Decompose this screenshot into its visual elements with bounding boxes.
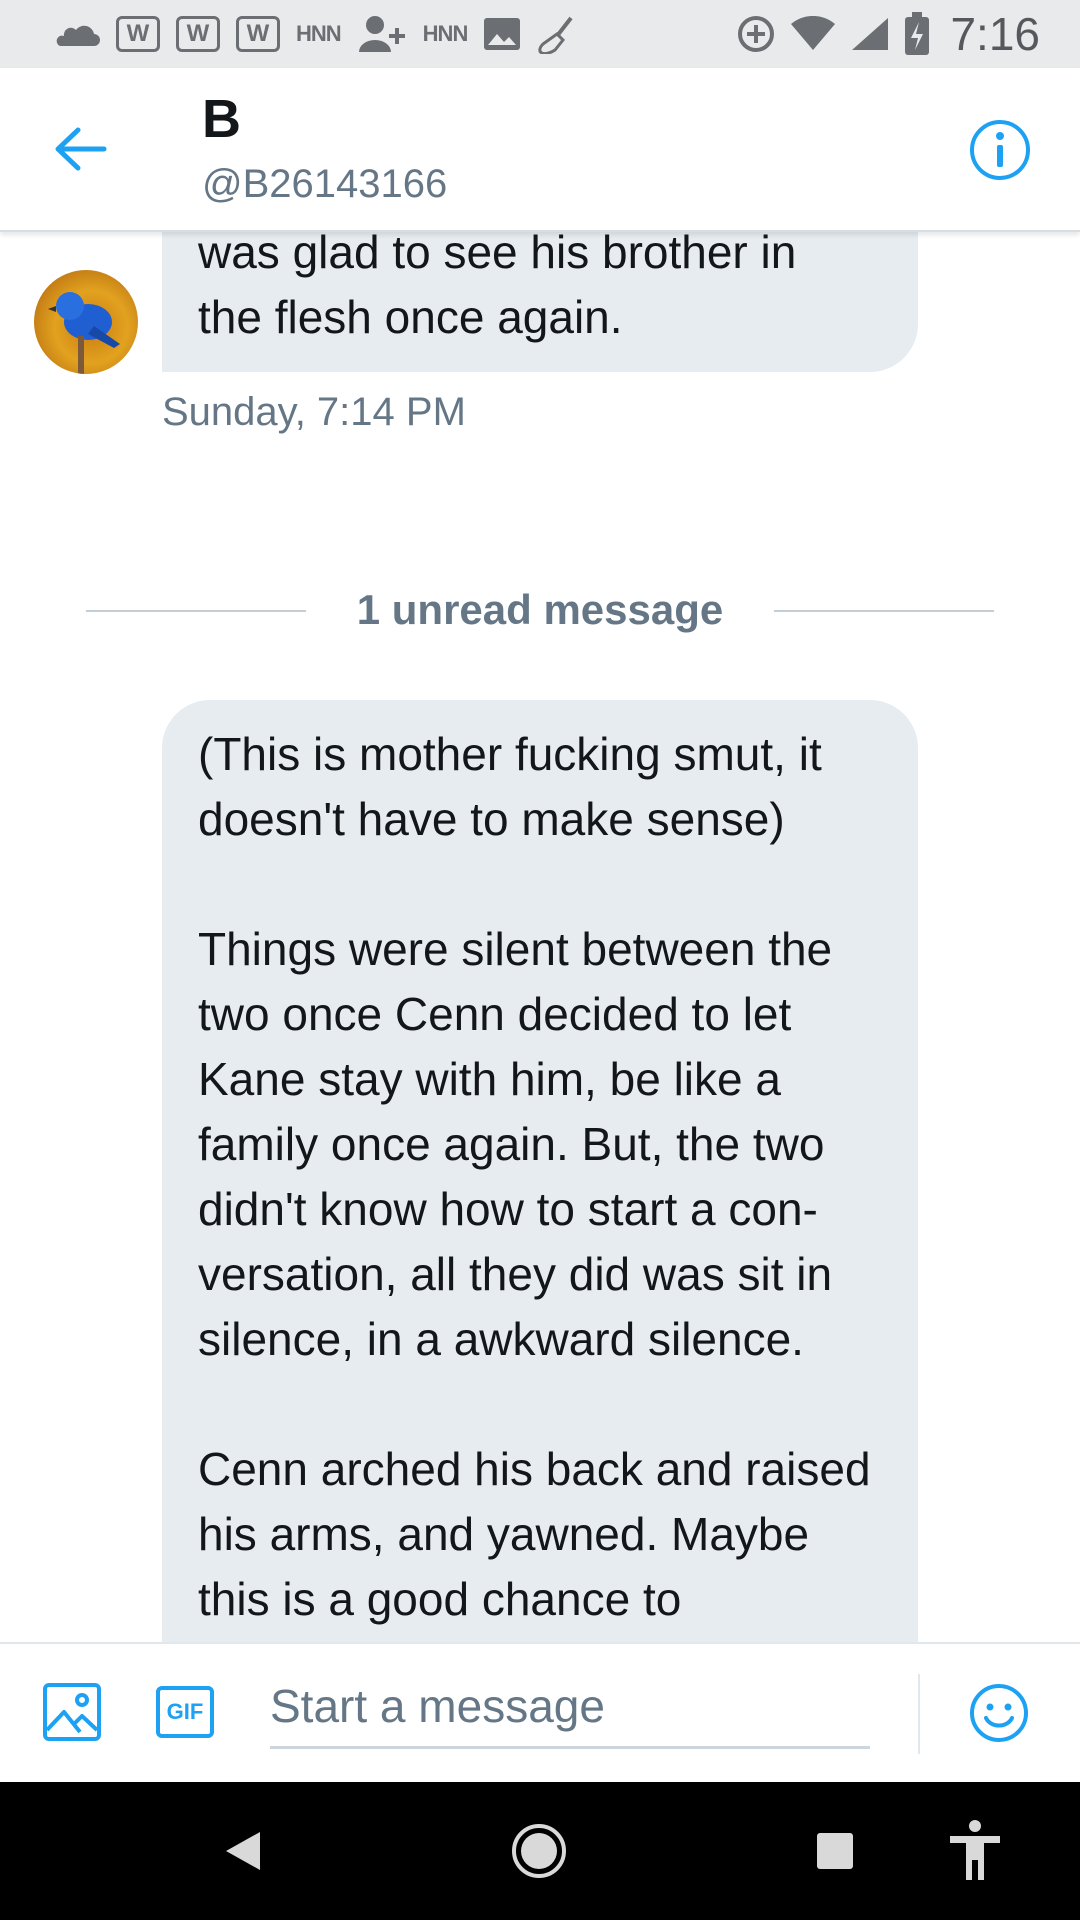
- message-paragraph: Things were silent between the two once …: [198, 923, 833, 1365]
- message-paragraph: Cenn arched his back and raised his arms…: [198, 1443, 871, 1625]
- notification-w-icon: W: [116, 16, 160, 52]
- contact-name[interactable]: B: [202, 88, 241, 150]
- message-timestamp: Sunday, 7:14 PM: [162, 390, 466, 434]
- nav-home-button[interactable]: [504, 1816, 574, 1886]
- nav-recents-button[interactable]: [800, 1816, 870, 1886]
- bluebird-avatar-image: [48, 292, 120, 374]
- back-arrow-icon: [55, 127, 107, 171]
- info-button[interactable]: [968, 118, 1032, 182]
- nav-back-button[interactable]: [208, 1816, 278, 1886]
- hnn-notification-label: HNN: [422, 21, 469, 46]
- add-photo-button[interactable]: [42, 1682, 102, 1742]
- broom-icon: [537, 14, 577, 54]
- gif-button[interactable]: GIF: [156, 1686, 214, 1738]
- conversation-header: B @B26143166: [0, 68, 1080, 232]
- message-line: was glad to see his brother in: [198, 230, 797, 278]
- accessibility-button[interactable]: [940, 1816, 1010, 1886]
- circle-home-icon: [512, 1824, 566, 1878]
- smiley-icon: [970, 1684, 1028, 1742]
- cell-signal-icon: [850, 16, 890, 52]
- message-bubble[interactable]: was glad to see his brother in the flesh…: [162, 230, 918, 372]
- back-button[interactable]: [52, 124, 108, 174]
- message-input[interactable]: [270, 1666, 870, 1749]
- message-composer: GIF: [0, 1642, 1080, 1784]
- add-person-icon: [357, 14, 407, 54]
- unread-divider: 1 unread message: [86, 580, 994, 640]
- contact-handle[interactable]: @B26143166: [202, 162, 447, 207]
- notification-w-icon: W: [236, 16, 280, 52]
- message-line: the flesh once again.: [198, 291, 623, 343]
- accessibility-icon: [950, 1820, 1000, 1880]
- composer-divider: [918, 1674, 920, 1754]
- emoji-button[interactable]: [968, 1682, 1030, 1744]
- info-icon: [970, 120, 1030, 180]
- message-bubble[interactable]: (This is mother fucking smut, it doesn't…: [162, 700, 918, 1642]
- data-saver-icon: [736, 14, 776, 54]
- square-recents-icon: [817, 1833, 853, 1869]
- status-time: 7:16: [950, 8, 1040, 60]
- notification-w-icon: W: [176, 16, 220, 52]
- image-icon: [43, 1683, 101, 1741]
- wifi-icon: [790, 16, 836, 52]
- avatar[interactable]: [34, 270, 138, 374]
- divider-line: [774, 610, 994, 612]
- triangle-back-icon: [226, 1832, 260, 1870]
- status-bar: W W W HNN HNN 7:16: [0, 0, 1080, 68]
- hnn-notification-label: HNN: [296, 21, 342, 46]
- message-thread[interactable]: was glad to see his brother in the flesh…: [0, 230, 1080, 1642]
- message-paragraph: (This is mother fucking smut, it doesn't…: [198, 728, 822, 845]
- image-icon: [483, 17, 521, 51]
- battery-charging-icon: [904, 12, 930, 56]
- cloud-icon: [52, 20, 100, 48]
- system-navigation-bar: [0, 1782, 1080, 1920]
